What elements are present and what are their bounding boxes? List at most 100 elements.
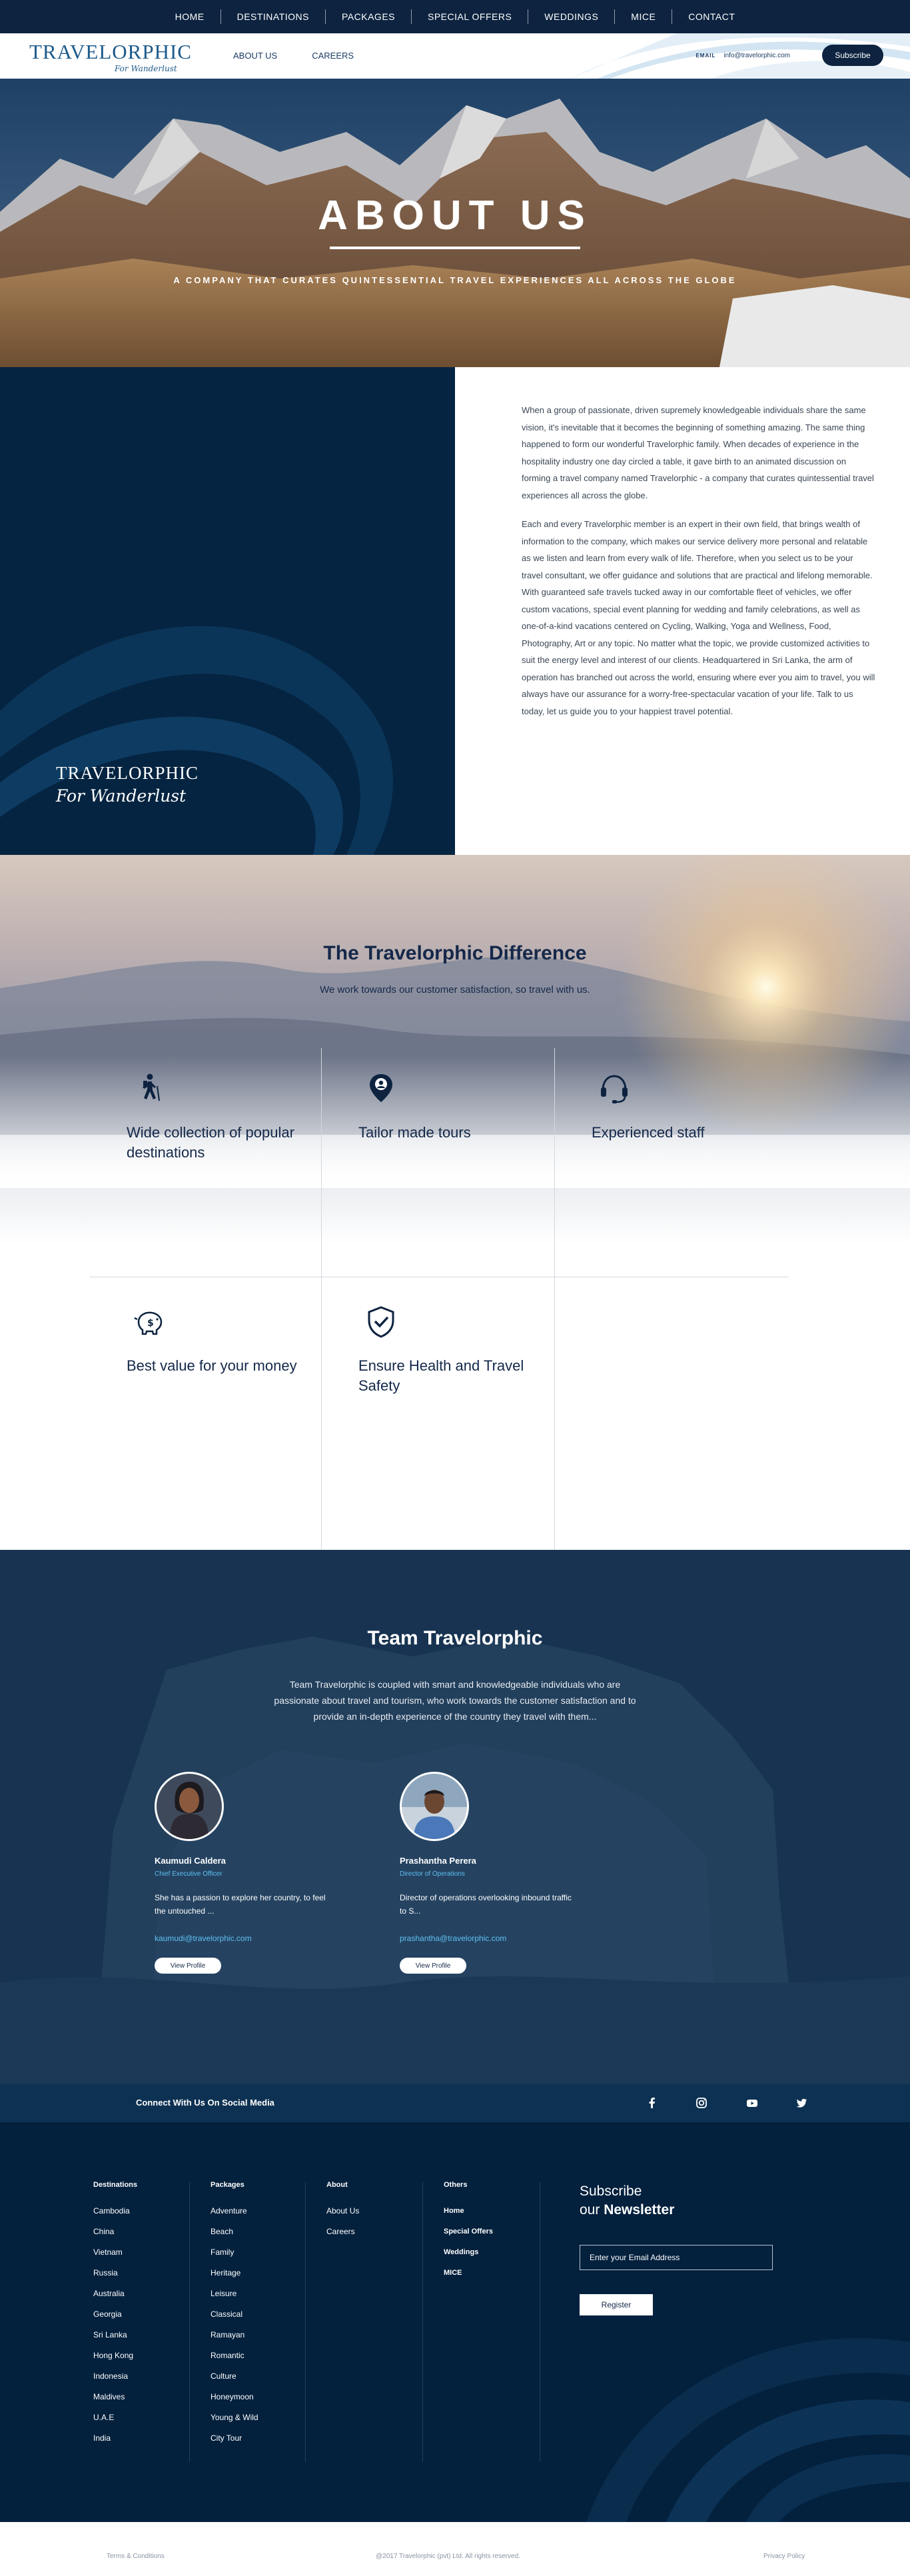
shield-check-icon	[368, 1306, 394, 1338]
facebook-icon[interactable]	[646, 2096, 659, 2110]
footer-link[interactable]: Weddings	[444, 2248, 493, 2268]
subnav-about-us[interactable]: ABOUT US	[233, 51, 277, 61]
about-brand-wordmark: TRAVELORPHIC	[56, 763, 199, 783]
nav-packages[interactable]: PACKAGES	[326, 9, 412, 24]
footer-divider	[422, 2182, 423, 2462]
team-member-card: Kaumudi Caldera Chief Executive Officer …	[155, 1772, 328, 1974]
footer-link[interactable]: Adventure	[211, 2206, 258, 2227]
nav-weddings[interactable]: WEDDINGS	[528, 9, 616, 24]
email-label: EMAIL	[695, 53, 716, 59]
footer-link[interactable]: Heritage	[211, 2268, 258, 2289]
header-contact: EMAIL info@travelorphic.com	[695, 52, 790, 59]
feature-tailor-made: Tailor made tours	[358, 1071, 558, 1143]
footer-link[interactable]: U.A.E	[93, 2413, 137, 2433]
title-underline	[330, 247, 580, 249]
logo-wordmark: TRAVELORPHIC	[29, 40, 192, 63]
instagram-icon[interactable]	[695, 2096, 708, 2110]
footer-link[interactable]: Beach	[211, 2227, 258, 2248]
nav-home[interactable]: HOME	[159, 9, 221, 24]
member-role: Director of Operations	[400, 1870, 465, 1878]
about-paragraph: When a group of passionate, driven supre…	[522, 405, 874, 500]
team-title-bold: Travelorphic	[424, 1627, 543, 1649]
map-pin-icon	[370, 1074, 392, 1102]
bottom-bar: Terms & Conditions @2017 Travelorphic (p…	[0, 2522, 910, 2576]
header-email-link[interactable]: info@travelorphic.com	[723, 52, 790, 59]
nav-contact[interactable]: CONTACT	[672, 9, 751, 24]
footer-link[interactable]: Maldives	[93, 2392, 137, 2413]
site-header: TRAVELORPHIC For Wanderlust ABOUT US CAR…	[0, 33, 910, 79]
about-brand-tagline: For Wanderlust	[56, 786, 187, 806]
footer-divider	[189, 2182, 190, 2462]
copyright-text: @2017 Travelorphic (pvt) Ltd. All rights…	[376, 2553, 520, 2560]
subscribe-button[interactable]: Subscribe	[822, 45, 883, 66]
avatar	[155, 1772, 224, 1841]
footer-link[interactable]: Indonesia	[93, 2371, 137, 2392]
team-description: Team Travelorphic is coupled with smart …	[274, 1679, 636, 1722]
footer-link[interactable]: MICE	[444, 2268, 493, 2289]
footer-link[interactable]: Special Offers	[444, 2227, 493, 2248]
footer-column-heading: Destinations	[93, 2181, 138, 2189]
footer-link[interactable]: Romantic	[211, 2351, 258, 2371]
social-bar: Connect With Us On Social Media	[0, 2084, 910, 2122]
footer-link[interactable]: Georgia	[93, 2309, 137, 2330]
footer-link[interactable]: Hong Kong	[93, 2351, 137, 2371]
hero-banner: ABOUT US A COMPANY THAT CURATES QUINTESS…	[0, 79, 910, 367]
footer-column-heading: Packages	[211, 2181, 244, 2189]
footer-link[interactable]: China	[93, 2227, 137, 2248]
footer-divider	[305, 2182, 306, 2462]
about-brand-panel: TRAVELORPHIC For Wanderlust	[0, 367, 455, 855]
member-email-link[interactable]: kaumudi@travelorphic.com	[155, 1934, 328, 1943]
youtube-icon[interactable]	[745, 2096, 759, 2110]
site-logo[interactable]: TRAVELORPHIC For Wanderlust	[29, 40, 192, 74]
footer-link[interactable]: Young & Wild	[211, 2413, 258, 2433]
feature-title: Tailor made tours	[358, 1124, 471, 1141]
footer-link[interactable]: Australia	[93, 2289, 137, 2309]
footer-link[interactable]: Home	[444, 2206, 493, 2227]
footer-link[interactable]: About Us	[326, 2206, 359, 2227]
newsletter-line-2: our Newsletter	[580, 2202, 674, 2218]
footer-others-column: Others Home Special Offers Weddings MICE	[444, 2181, 493, 2289]
newsletter-line-2-light: our	[580, 2202, 604, 2218]
about-text-panel: When a group of passionate, driven supre…	[455, 367, 910, 855]
footer-link[interactable]: Careers	[326, 2227, 359, 2248]
about-paragraph: Each and every Travelorphic member is an…	[522, 519, 875, 716]
nav-mice[interactable]: MICE	[615, 9, 673, 24]
hiker-icon	[143, 1073, 160, 1101]
view-profile-button[interactable]: View Profile	[155, 1958, 221, 1974]
register-button[interactable]: Register	[580, 2294, 653, 2315]
newsletter-line-2-bold: Newsletter	[604, 2202, 675, 2218]
svg-text:$: $	[147, 1318, 154, 1329]
privacy-link[interactable]: Privacy Policy	[763, 2553, 805, 2560]
footer-link[interactable]: Cambodia	[93, 2206, 137, 2227]
feature-best-value: $ Best value for your money	[127, 1305, 326, 1376]
footer-link[interactable]: Family	[211, 2248, 258, 2268]
twitter-icon[interactable]	[795, 2096, 808, 2110]
footer-link[interactable]: Culture	[211, 2371, 258, 2392]
top-navigation: HOME DESTINATIONS PACKAGES SPECIAL OFFER…	[0, 0, 910, 33]
footer-link[interactable]: India	[93, 2433, 137, 2454]
social-label: Connect With Us On Social Media	[136, 2098, 274, 2108]
footer-link[interactable]: Leisure	[211, 2289, 258, 2309]
footer-link[interactable]: Classical	[211, 2309, 258, 2330]
member-email-link[interactable]: prashantha@travelorphic.com	[400, 1934, 573, 1943]
newsletter-email-input[interactable]	[580, 2245, 773, 2270]
footer-link[interactable]: Vietnam	[93, 2248, 137, 2268]
footer-link[interactable]: Sri Lanka	[93, 2330, 137, 2351]
member-description: Director of operations overlooking inbou…	[400, 1893, 572, 1916]
footer-link[interactable]: Russia	[93, 2268, 137, 2289]
newsletter-heading: Subscribe our Newsletter	[580, 2184, 674, 2218]
footer-column-heading: Others	[444, 2181, 468, 2189]
team-title-light: Team	[367, 1627, 424, 1649]
piggy-bank-icon: $	[134, 1311, 163, 1335]
nav-special-offers[interactable]: SPECIAL OFFERS	[412, 9, 529, 24]
difference-section: The Travelorphic Difference We work towa…	[0, 855, 910, 1550]
footer-link[interactable]: Honeymoon	[211, 2392, 258, 2413]
footer-link[interactable]: City Tour	[211, 2433, 258, 2454]
subnav-careers[interactable]: CAREERS	[312, 51, 354, 61]
footer-destinations-column: Destinations Cambodia China Vietnam Russ…	[93, 2181, 137, 2454]
footer-link[interactable]: Ramayan	[211, 2330, 258, 2351]
difference-subtitle: We work towards our customer satisfactio…	[320, 984, 590, 995]
nav-destinations[interactable]: DESTINATIONS	[221, 9, 326, 24]
view-profile-button[interactable]: View Profile	[400, 1958, 466, 1974]
terms-link[interactable]: Terms & Conditions	[107, 2553, 165, 2560]
